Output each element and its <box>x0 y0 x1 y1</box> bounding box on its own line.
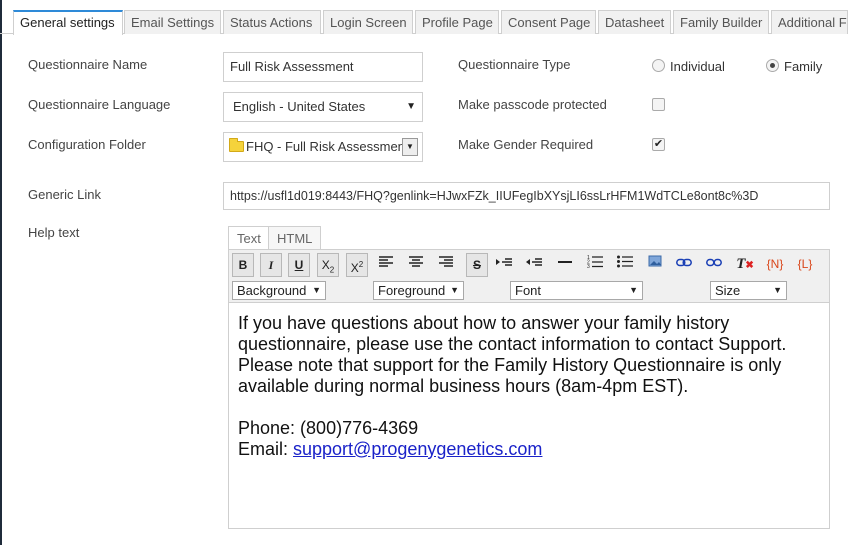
questionnaire-name-label: Questionnaire Name <box>28 57 148 72</box>
unlink-icon[interactable] <box>703 253 725 277</box>
folder-dropdown-button[interactable]: ▼ <box>402 138 418 156</box>
superscript-button[interactable]: X2 <box>346 253 368 277</box>
superscript-mark: 2 <box>358 260 364 269</box>
passcode-protected-checkbox[interactable] <box>652 98 665 111</box>
align-left-icon[interactable] <box>375 253 397 277</box>
radio-family-label[interactable]: Family <box>784 59 822 74</box>
background-select-label: Background <box>237 283 307 298</box>
outdent-icon[interactable] <box>523 253 545 277</box>
help-text-editor[interactable]: If you have questions about how to answe… <box>228 303 830 529</box>
chevron-down-icon: ▼ <box>773 285 782 295</box>
editor-toolbar: B I U X2 X2 S 123 T✖ {N} {L} Background ▼… <box>228 249 830 303</box>
help-text-label: Help text <box>28 225 80 240</box>
subscript-button[interactable]: X2 <box>317 253 339 277</box>
left-rail <box>0 0 2 545</box>
configuration-folder-value: FHQ - Full Risk Assessment <box>246 139 409 154</box>
ordered-list-icon[interactable]: 123 <box>584 253 606 277</box>
tab-bar: General settings Email Settings Status A… <box>0 0 848 35</box>
foreground-select-label: Foreground <box>378 283 446 298</box>
questionnaire-type-label: Questionnaire Type <box>458 57 571 72</box>
tab-status-actions[interactable]: Status Actions <box>223 10 321 34</box>
size-select-label: Size <box>715 283 741 298</box>
image-icon[interactable] <box>644 253 666 277</box>
bold-button[interactable]: B <box>232 253 254 277</box>
indent-icon[interactable] <box>493 253 515 277</box>
generic-link-label: Generic Link <box>28 187 101 202</box>
help-email-line: Email: support@progenygenetics.com <box>238 439 820 460</box>
radio-individual[interactable] <box>652 59 665 72</box>
underline-button[interactable]: U <box>288 253 310 277</box>
align-right-icon[interactable] <box>435 253 457 277</box>
help-paragraph: If you have questions about how to answe… <box>238 313 787 396</box>
clear-formatting-icon[interactable]: T✖ <box>734 253 756 277</box>
subscript-mark: 2 <box>329 265 335 275</box>
configuration-folder-select[interactable]: FHQ - Full Risk Assessment ▼ <box>223 132 423 162</box>
unordered-list-icon[interactable] <box>614 253 636 277</box>
tab-datasheet[interactable]: Datasheet <box>598 10 671 34</box>
configuration-folder-label: Configuration Folder <box>28 137 146 152</box>
tab-login-screen[interactable]: Login Screen <box>323 10 413 34</box>
subscript-label: X <box>321 258 330 272</box>
chevron-down-icon: ▼ <box>629 285 638 295</box>
help-email-prefix: Email: <box>238 439 294 459</box>
tab-profile-page[interactable]: Profile Page <box>415 10 499 34</box>
editor-tab-text[interactable]: Text <box>228 226 270 250</box>
size-select[interactable]: Size ▼ <box>710 281 787 300</box>
help-phone: Phone: (800)776-4369 <box>238 418 419 438</box>
font-select-label: Font <box>515 283 542 298</box>
link-icon[interactable] <box>673 253 695 277</box>
background-select[interactable]: Background ▼ <box>232 281 326 300</box>
horizontal-rule-icon[interactable] <box>554 253 576 277</box>
tab-additional[interactable]: Additional F <box>771 10 848 34</box>
superscript-label: X <box>350 261 359 275</box>
tab-consent-page[interactable]: Consent Page <box>501 10 596 34</box>
editor-tab-html[interactable]: HTML <box>268 226 322 250</box>
questionnaire-language-select[interactable]: English - United States ▼ <box>223 92 423 122</box>
questionnaire-language-label: Questionnaire Language <box>28 97 171 112</box>
questionnaire-name-input[interactable]: Full Risk Assessment <box>223 52 423 82</box>
tab-email-settings[interactable]: Email Settings <box>124 10 221 34</box>
radio-family[interactable] <box>766 59 779 72</box>
align-center-icon[interactable] <box>405 253 427 277</box>
chevron-down-icon: ▼ <box>450 285 459 295</box>
foreground-select[interactable]: Foreground ▼ <box>373 281 464 300</box>
strikethrough-icon[interactable]: S <box>466 253 488 277</box>
italic-button[interactable]: I <box>260 253 282 277</box>
gender-required-checkbox[interactable]: ✔ <box>652 138 665 151</box>
tab-family-builder[interactable]: Family Builder <box>673 10 769 34</box>
svg-text:3: 3 <box>587 264 590 268</box>
generic-link-input[interactable]: https://usfl1d019:8443/FHQ?genlink=HJwxF… <box>223 182 830 210</box>
gender-required-label: Make Gender Required <box>458 137 594 152</box>
passcode-protected-label: Make passcode protected <box>458 97 607 112</box>
questionnaire-language-value: English - United States <box>233 99 366 114</box>
radio-individual-label[interactable]: Individual <box>670 59 725 74</box>
font-select[interactable]: Font ▼ <box>510 281 643 300</box>
folder-icon <box>229 138 244 152</box>
insert-link-button[interactable]: {L} <box>793 253 817 277</box>
chevron-down-icon: ▼ <box>406 101 416 112</box>
chevron-down-icon: ▼ <box>312 285 321 295</box>
tab-general-settings[interactable]: General settings <box>13 10 123 35</box>
insert-name-button[interactable]: {N} <box>763 253 787 277</box>
support-email-link[interactable]: support@progenygenetics.com <box>293 439 542 459</box>
